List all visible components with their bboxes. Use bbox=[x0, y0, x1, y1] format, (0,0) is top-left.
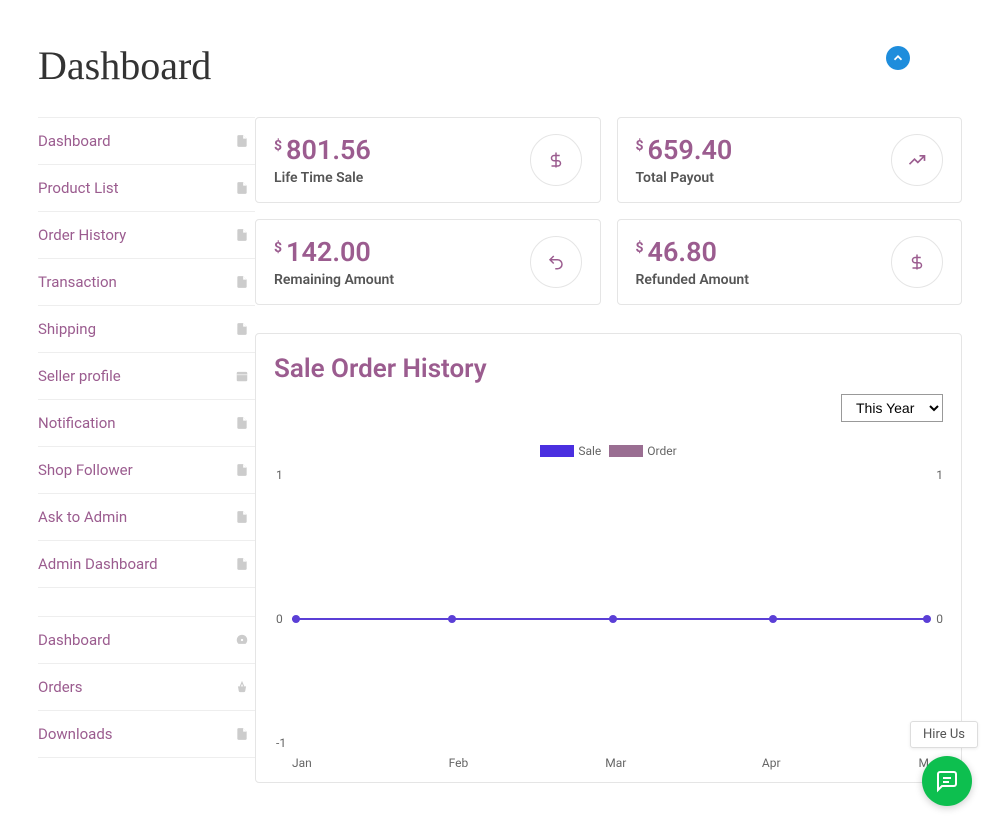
dollar-icon bbox=[891, 236, 943, 288]
x-tick: Apr bbox=[762, 756, 919, 770]
file-icon bbox=[235, 275, 249, 289]
sidebar-item-product-list[interactable]: Product List bbox=[38, 165, 255, 212]
sidebar-item-notification[interactable]: Notification bbox=[38, 400, 255, 447]
sidebar-item-shipping[interactable]: Shipping bbox=[38, 306, 255, 353]
stat-card-remaining-amount: $142.00 Remaining Amount bbox=[255, 219, 601, 305]
x-tick: Mar bbox=[605, 756, 762, 770]
chart-data-point bbox=[923, 615, 931, 623]
legend-label: Sale bbox=[578, 444, 601, 458]
sidebar-item-label: Ask to Admin bbox=[38, 508, 127, 526]
sidebar-item-admin-dashboard[interactable]: Admin Dashboard bbox=[38, 541, 255, 588]
sidebar-item-downloads[interactable]: Downloads bbox=[38, 711, 255, 758]
calendar-icon bbox=[235, 369, 249, 383]
sidebar-item-dashboard[interactable]: Dashboard bbox=[38, 118, 255, 165]
chart-title: Sale Order History bbox=[274, 354, 943, 384]
chart-panel: Sale Order History This Year Sale Order … bbox=[255, 333, 962, 783]
sidebar-item-label: Product List bbox=[38, 179, 119, 197]
y-tick-left: -1 bbox=[276, 736, 286, 750]
sidebar-item-label: Shipping bbox=[38, 320, 96, 338]
chart-data-point bbox=[769, 615, 777, 623]
chat-button[interactable] bbox=[922, 756, 972, 806]
stat-label: Remaining Amount bbox=[274, 272, 394, 288]
y-tick-left: 0 bbox=[276, 612, 283, 626]
currency-symbol: $ bbox=[636, 240, 644, 256]
x-tick: Jan bbox=[292, 756, 449, 770]
stat-value: 142.00 bbox=[286, 236, 371, 268]
sidebar-item-label: Shop Follower bbox=[38, 461, 133, 479]
sidebar-item-label: Transaction bbox=[38, 273, 117, 291]
currency-symbol: $ bbox=[274, 138, 282, 154]
file-icon bbox=[235, 727, 249, 741]
stat-card-refunded-amount: $46.80 Refunded Amount bbox=[617, 219, 963, 305]
chart-data-point bbox=[609, 615, 617, 623]
currency-symbol: $ bbox=[274, 240, 282, 256]
chart-data-point bbox=[292, 615, 300, 623]
sidebar-item-label: Admin Dashboard bbox=[38, 555, 158, 573]
hire-us-button[interactable]: Hire Us bbox=[910, 721, 978, 748]
stat-label: Total Payout bbox=[636, 170, 733, 186]
stat-card-lifetime-sale: $801.56 Life Time Sale bbox=[255, 117, 601, 203]
page-title: Dashboard bbox=[38, 42, 1000, 89]
y-tick-left: 1 bbox=[276, 468, 283, 482]
sidebar-item-ask-to-admin[interactable]: Ask to Admin bbox=[38, 494, 255, 541]
legend-item-order: Order bbox=[609, 444, 676, 458]
sidebar-item-label: Notification bbox=[38, 414, 116, 432]
currency-symbol: $ bbox=[636, 138, 644, 154]
chart-plot-area: 1 0 -1 1 0 -1 Jan Feb Mar Apr M bbox=[274, 464, 943, 764]
file-icon bbox=[235, 134, 249, 148]
sidebar-group-account: Dashboard Orders Downloads bbox=[38, 616, 255, 758]
file-icon bbox=[235, 228, 249, 242]
sidebar-item-order-history[interactable]: Order History bbox=[38, 212, 255, 259]
sidebar-item-shop-follower[interactable]: Shop Follower bbox=[38, 447, 255, 494]
trend-up-icon bbox=[891, 134, 943, 186]
basket-icon bbox=[235, 680, 249, 694]
chart-data-point bbox=[448, 615, 456, 623]
file-icon bbox=[235, 416, 249, 430]
y-tick-right: 0 bbox=[936, 612, 943, 626]
sidebar-item-label: Order History bbox=[38, 226, 126, 244]
sidebar-item-orders[interactable]: Orders bbox=[38, 664, 255, 711]
file-icon bbox=[235, 322, 249, 336]
sidebar-item-label: Orders bbox=[38, 678, 83, 696]
gauge-icon bbox=[235, 633, 249, 647]
legend-item-sale: Sale bbox=[540, 444, 601, 458]
legend-swatch bbox=[540, 445, 574, 457]
stat-card-total-payout: $659.40 Total Payout bbox=[617, 117, 963, 203]
chevron-up-icon bbox=[891, 51, 905, 65]
sidebar-item-seller-profile[interactable]: Seller profile bbox=[38, 353, 255, 400]
sidebar-item-transaction[interactable]: Transaction bbox=[38, 259, 255, 306]
stat-value: 801.56 bbox=[286, 134, 371, 166]
file-icon bbox=[235, 181, 249, 195]
legend-label: Order bbox=[647, 444, 676, 458]
scroll-to-top-button[interactable] bbox=[886, 46, 910, 70]
chart-range-select[interactable]: This Year bbox=[841, 394, 943, 422]
sidebar: Dashboard Product List Order History Tra… bbox=[38, 117, 255, 783]
sidebar-item-account-dashboard[interactable]: Dashboard bbox=[38, 617, 255, 664]
legend-swatch bbox=[609, 445, 643, 457]
chart-x-axis: Jan Feb Mar Apr M bbox=[292, 756, 929, 770]
file-icon bbox=[235, 557, 249, 571]
file-icon bbox=[235, 510, 249, 524]
sidebar-group-seller: Dashboard Product List Order History Tra… bbox=[38, 117, 255, 588]
sidebar-item-label: Downloads bbox=[38, 725, 113, 743]
stat-label: Life Time Sale bbox=[274, 170, 371, 186]
sidebar-item-label: Dashboard bbox=[38, 132, 111, 150]
chart-legend: Sale Order bbox=[274, 444, 943, 458]
dollar-icon bbox=[530, 134, 582, 186]
undo-icon bbox=[530, 236, 582, 288]
sidebar-item-label: Seller profile bbox=[38, 367, 121, 385]
y-tick-right: 1 bbox=[936, 468, 943, 482]
stat-value: 659.40 bbox=[648, 134, 733, 166]
stat-value: 46.80 bbox=[648, 236, 717, 268]
x-tick: Feb bbox=[449, 756, 606, 770]
chat-icon bbox=[935, 769, 959, 793]
main-content: $801.56 Life Time Sale $659.40 Total Pay… bbox=[255, 117, 962, 783]
sidebar-item-label: Dashboard bbox=[38, 631, 111, 649]
stat-label: Refunded Amount bbox=[636, 272, 749, 288]
file-icon bbox=[235, 463, 249, 477]
